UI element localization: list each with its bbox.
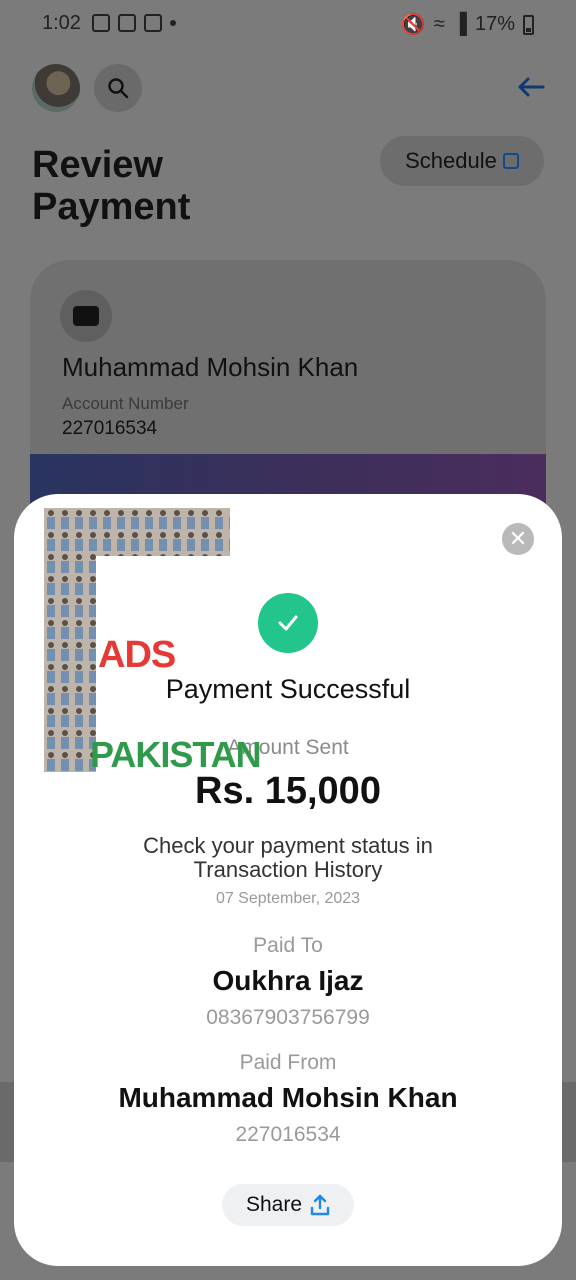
wallet-icon [73, 306, 99, 326]
amount-value: Rs. 15,000 [195, 770, 381, 812]
watermark-pakistan: PAKISTAN [90, 734, 262, 776]
page-title-line2: Payment [32, 186, 191, 228]
success-check-icon [258, 593, 318, 653]
watermark-word2: PAKISTAN [90, 734, 262, 775]
share-button[interactable]: Share [222, 1184, 354, 1226]
battery-icon [523, 14, 534, 35]
notification-icons [92, 14, 176, 32]
close-icon: ✕ [508, 526, 528, 551]
account-number-label: Account Number [62, 394, 189, 413]
account-number: 227016534 [62, 418, 158, 439]
battery-percent: 17% [474, 13, 515, 35]
system-icons: 🔇 ≈ ▐ 17% [401, 12, 534, 37]
share-upload-icon [310, 1194, 330, 1216]
paid-from-name: Muhammad Mohsin Khan [118, 1082, 458, 1113]
search-icon [108, 78, 129, 99]
paid-to-name: Oukhra Ijaz [212, 965, 364, 996]
search-button[interactable] [94, 64, 142, 112]
mute-icon: 🔇 [400, 14, 426, 36]
status-time: 1:02 [42, 12, 81, 34]
status-message: Check your payment status in Transaction… [143, 833, 433, 882]
back-button[interactable] [516, 72, 546, 102]
paid-to-number: 08367903756799 [206, 1006, 370, 1029]
watermark-word1: ADS [98, 634, 176, 676]
close-button[interactable]: ✕ [502, 523, 534, 555]
account-name: Muhammad Mohsin Khan [62, 352, 359, 382]
avatar[interactable] [32, 64, 80, 112]
page-title-line1: Review [32, 144, 163, 186]
back-arrow-icon [518, 77, 545, 97]
gallery-icon [118, 14, 136, 32]
paid-to-label: Paid To [253, 934, 323, 957]
watermark-ads: ADS [98, 634, 176, 677]
signal-icon: ▐ [452, 13, 467, 35]
message-icon [144, 14, 162, 32]
wallet-icon-circle [60, 290, 112, 342]
payment-date: 07 September, 2023 [215, 890, 361, 907]
schedule-label: Schedule [405, 148, 497, 173]
wifi-icon: ≈ [433, 13, 445, 35]
more-notifications-icon [170, 20, 176, 26]
share-label: Share [245, 1193, 303, 1216]
schedule-button[interactable]: Schedule [380, 136, 544, 186]
paid-from-label: Paid From [239, 1051, 337, 1074]
status-bar: 1:02 🔇 ≈ ▐ 17% [0, 0, 576, 50]
paid-from-number: 227016534 [235, 1123, 341, 1146]
gmail-icon [92, 14, 110, 32]
calendar-icon [502, 153, 519, 169]
page-title: Review Payment [32, 144, 292, 228]
